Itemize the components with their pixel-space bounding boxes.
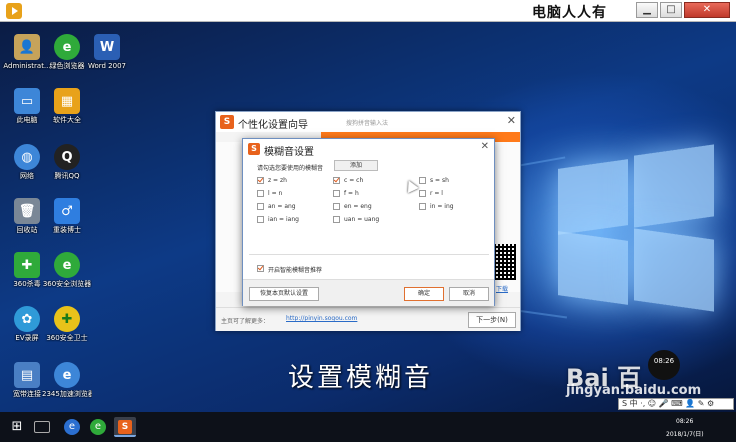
wizard-footer: 主页可了解更多： http://pinyin.sogou.com 下一步(N) — [216, 307, 520, 331]
task-view-icon[interactable] — [34, 421, 50, 433]
software-store-icon: ▦ — [54, 88, 80, 114]
desktop-icon-reinstall-doctor[interactable]: ♂ 重装博士 — [42, 198, 92, 234]
wizard-title: 个性化设置向导 — [238, 120, 308, 131]
qq-penguin-icon: Q — [54, 144, 80, 170]
start-button[interactable]: ⊞ — [6, 417, 28, 437]
checkbox[interactable] — [257, 190, 264, 197]
antivirus-shield-icon: ✚ — [14, 252, 40, 278]
recycle-bin-icon: 🗑 — [14, 198, 40, 224]
outer-titlebar: 电脑人人有 ▁ □ ✕ — [0, 0, 736, 22]
option-an-ang[interactable]: an = ang — [257, 203, 296, 211]
checkbox-checked[interactable] — [333, 177, 340, 184]
taskbar-time: 08:26 — [676, 418, 694, 425]
option-c-ch[interactable]: c = ch — [333, 177, 363, 185]
checkbox[interactable] — [257, 203, 264, 210]
fuzzy-close-icon[interactable]: ✕ — [481, 141, 489, 152]
broadband-icon: ▤ — [14, 362, 40, 388]
browser-icon: e — [54, 34, 80, 60]
desktop-icon-qq[interactable]: Q 腾讯QQ — [42, 144, 92, 180]
checkbox[interactable] — [419, 203, 426, 210]
checkbox[interactable] — [333, 216, 340, 223]
checkbox[interactable] — [333, 190, 340, 197]
checkbox-checked[interactable] — [257, 265, 264, 272]
browser-icon: e — [54, 362, 80, 388]
user-folder-icon: 👤 — [14, 34, 40, 60]
qr-code-icon — [494, 244, 516, 280]
option-s-sh[interactable]: s = sh — [419, 177, 449, 185]
option-ian-iang[interactable]: ian = iang — [257, 216, 299, 224]
fuzzy-instruction: 请勾选您要使用的模糊音 — [257, 165, 324, 172]
baidu-watermark-url: jingyan.baidu.com — [566, 383, 702, 398]
restore-defaults-button[interactable]: 恢复本页默认设置 — [249, 287, 319, 301]
wizard-close-icon[interactable]: ✕ — [507, 114, 516, 127]
divider — [249, 254, 489, 255]
desktop-icon-word[interactable]: W Word 2007 — [82, 34, 132, 70]
restore-button[interactable]: □ — [660, 2, 682, 18]
checkbox[interactable] — [333, 203, 340, 210]
video-caption: 设置模糊音 — [288, 363, 434, 393]
option-r-l[interactable]: r = l — [419, 190, 443, 198]
windows-logo-pane-bl — [558, 231, 628, 305]
add-button[interactable]: 添加 — [334, 160, 378, 171]
next-button[interactable]: 下一步(N) — [468, 312, 516, 328]
sogou-logo-icon: S — [220, 115, 234, 129]
reinstall-doctor-icon: ♂ — [54, 198, 80, 224]
option-in-ing[interactable]: in = ing — [419, 203, 454, 211]
desktop-icon-2345-browser[interactable]: e 2345加速浏览器 — [42, 362, 92, 398]
wizard-footer-text: 主页可了解更多： — [221, 318, 270, 325]
download-link[interactable]: 下载 — [496, 284, 508, 293]
computer-icon: ▭ — [14, 88, 40, 114]
word-icon: W — [94, 34, 120, 60]
checkbox-checked[interactable] — [257, 177, 264, 184]
wizard-titlebar: S 个性化设置向导 搜狗拼音输入法 ✕ — [216, 112, 520, 132]
desktop-icon-360-browser[interactable]: e 360安全浏览器 — [42, 252, 92, 288]
minimize-button[interactable]: ▁ — [636, 2, 658, 18]
network-icon: ◍ — [14, 144, 40, 170]
option-l-n[interactable]: l = n — [257, 190, 282, 198]
checkbox[interactable] — [419, 177, 426, 184]
desktop-icon-software-center[interactable]: ▦ 软件大全 — [42, 88, 92, 124]
option-uan-uang[interactable]: uan = uang — [333, 216, 379, 224]
close-button[interactable]: ✕ — [684, 2, 730, 18]
taskbar: ⊞ e e S 08:26 2018/1/7(日) — [0, 412, 736, 442]
fuzzy-pinyin-dialog: S 模糊音设置 ✕ 请勾选您要使用的模糊音 添加 z = zh c = ch s… — [242, 138, 495, 306]
option-z-zh[interactable]: z = zh — [257, 177, 287, 185]
player-app-icon — [6, 3, 22, 19]
outer-window-title: 电脑人人有 — [532, 5, 607, 21]
checkbox[interactable] — [419, 190, 426, 197]
option-en-eng[interactable]: en = eng — [333, 203, 372, 211]
browser-icon: e — [54, 252, 80, 278]
ok-button[interactable]: 确定 — [404, 287, 444, 301]
cancel-button[interactable]: 取消 — [449, 287, 489, 301]
ime-status-bar[interactable]: S 中 ·, ☺ 🎤 ⌨ 👤 ✎ ⚙ — [618, 398, 734, 410]
taskbar-date: 2018/1/7(日) — [666, 431, 704, 438]
ie-browser-icon[interactable]: e — [64, 419, 80, 435]
windows-logo-pane-tr — [634, 144, 714, 228]
option-f-h[interactable]: f = h — [333, 190, 359, 198]
checkbox[interactable] — [257, 216, 264, 223]
sogou-taskbar-icon[interactable]: S — [114, 417, 136, 437]
security-guard-icon: ✚ — [54, 306, 80, 332]
clock-bubble: 08:26 — [648, 350, 680, 380]
fuzzy-dialog-footer: 恢复本页默认设置 确定 取消 — [243, 279, 494, 306]
screen-recorder-icon: ✿ — [14, 306, 40, 332]
wizard-subtitle: 搜狗拼音输入法 — [346, 120, 389, 127]
sogou-logo-icon: S — [248, 143, 260, 155]
windows-logo-pane-tl — [558, 159, 628, 235]
desktop-icon-360-guard[interactable]: ✚ 360安全卫士 — [42, 306, 92, 342]
fuzzy-dialog-title: 模糊音设置 — [264, 147, 314, 158]
windows-logo-pane-br — [634, 228, 714, 312]
homepage-link[interactable]: http://pinyin.sogou.com — [286, 315, 357, 322]
green-browser-taskbar-icon[interactable]: e — [90, 419, 106, 435]
smart-fuzzy-option[interactable]: 开启智能模糊音推荐 — [257, 265, 322, 274]
